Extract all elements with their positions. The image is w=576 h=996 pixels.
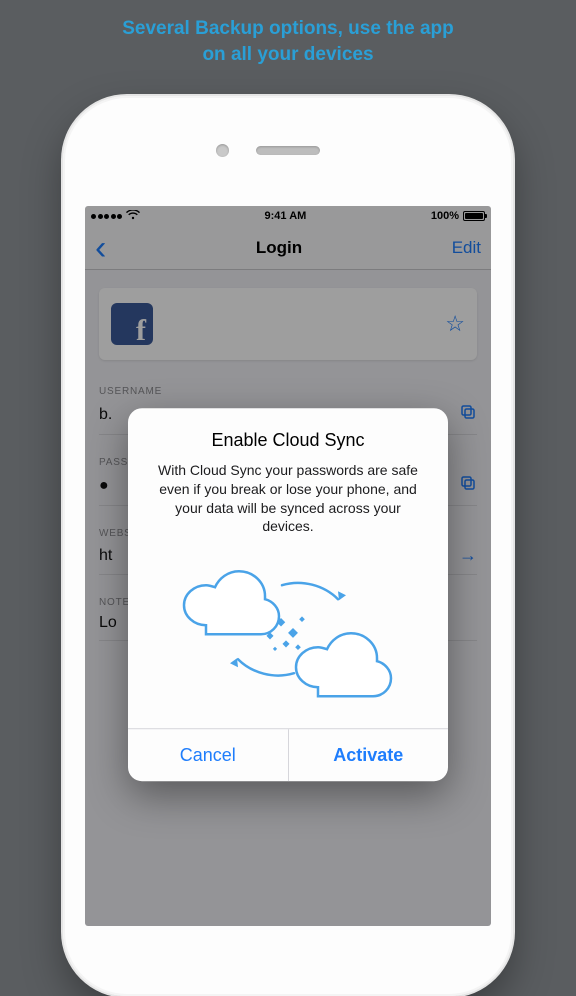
- cloud-sync-modal: Enable Cloud Sync With Cloud Sync your p…: [128, 408, 448, 782]
- promo-line2: on all your devices: [202, 44, 373, 65]
- device-screen: 9:41 AM 100% ‹ Login Edit ☆ USERNAME b.: [85, 206, 491, 926]
- speaker-slot: [256, 146, 320, 155]
- promo-header: Several Backup options, use the app on a…: [0, 0, 576, 77]
- camera-dot: [216, 144, 229, 157]
- cloud-sync-illustration-icon: [148, 555, 428, 705]
- phone-frame: 9:41 AM 100% ‹ Login Edit ☆ USERNAME b.: [63, 96, 513, 996]
- activate-button[interactable]: Activate: [289, 730, 449, 782]
- modal-title: Enable Cloud Sync: [148, 430, 428, 451]
- cancel-button[interactable]: Cancel: [128, 730, 289, 782]
- modal-body-text: With Cloud Sync your passwords are safe …: [148, 461, 428, 537]
- promo-line1: Several Backup options, use the app: [122, 18, 454, 39]
